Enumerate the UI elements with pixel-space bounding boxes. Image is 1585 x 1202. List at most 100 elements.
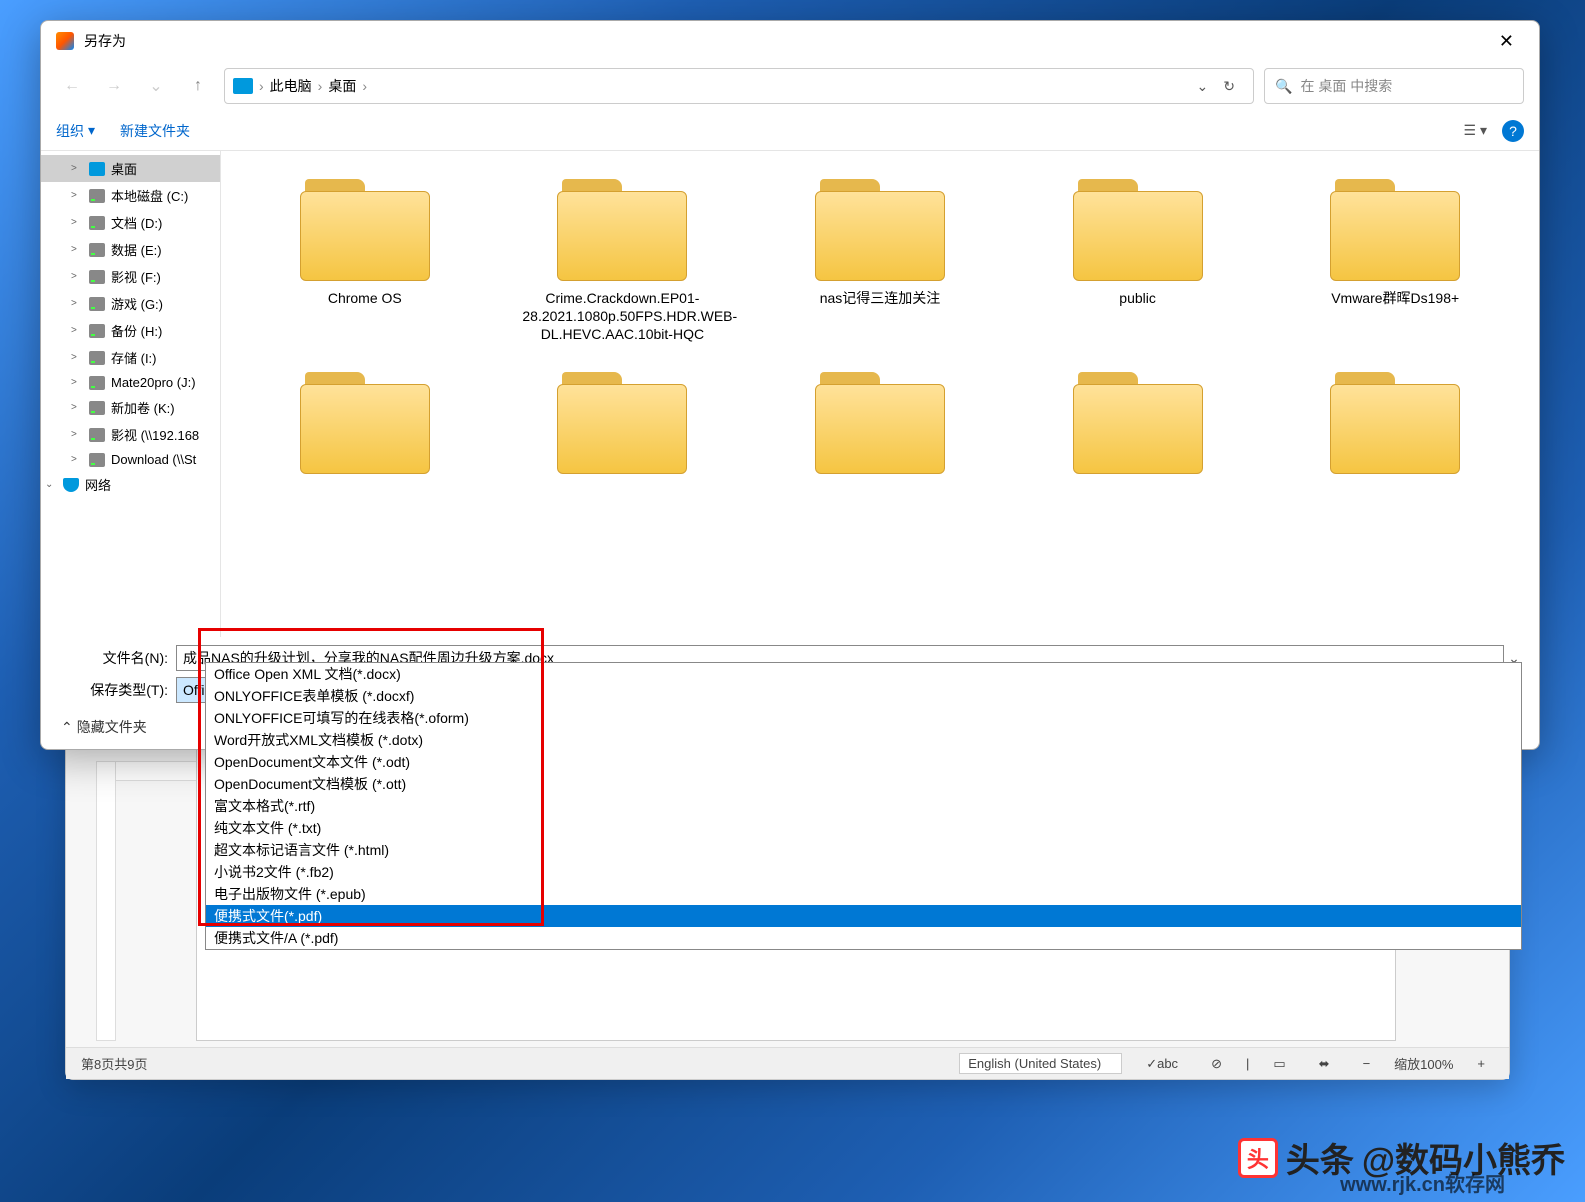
chevron-right-icon: > xyxy=(71,298,83,309)
breadcrumb[interactable]: › 此电脑 › 桌面 › ⌄ ↻ xyxy=(224,68,1254,104)
tree-label: 文档 (D:) xyxy=(111,213,162,232)
filetype-option[interactable]: 富文本格式(*.rtf) xyxy=(206,795,1521,817)
tree-item-network[interactable]: ⌄网络 xyxy=(41,471,220,498)
filetype-option[interactable]: Word开放式XML文档模板 (*.dotx) xyxy=(206,729,1521,751)
drive-icon xyxy=(89,243,105,257)
folder-icon xyxy=(810,364,950,474)
fit-page-icon[interactable]: ▭ xyxy=(1264,1052,1294,1076)
pc-icon xyxy=(233,78,253,94)
forward-button[interactable]: → xyxy=(98,70,130,102)
back-button[interactable]: ← xyxy=(56,70,88,102)
zoom-level[interactable]: 缩放100% xyxy=(1394,1054,1453,1073)
filetype-option[interactable]: 小说书2文件 (*.fb2) xyxy=(206,861,1521,883)
chevron-right-icon: > xyxy=(71,352,83,363)
watermark-url: www.rjk.cn软存网 xyxy=(1340,1168,1505,1197)
recent-chevron[interactable]: ⌄ xyxy=(140,70,172,102)
folder-icon xyxy=(1325,171,1465,281)
view-mode-button[interactable]: ☰ ▾ xyxy=(1464,122,1487,139)
drive-icon xyxy=(89,453,105,467)
chevron-right-icon: > xyxy=(71,217,83,228)
new-folder-button[interactable]: 新建文件夹 xyxy=(120,121,190,141)
folder-item[interactable] xyxy=(1014,364,1262,482)
folder-label: Crime.Crackdown.EP01-28.2021.1080p.50FPS… xyxy=(522,289,722,344)
refresh-button[interactable]: ↻ xyxy=(1223,78,1235,95)
tree-item[interactable]: > Download (\\St xyxy=(41,448,220,471)
dialog-title: 另存为 xyxy=(84,31,126,51)
folder-item[interactable]: Crime.Crackdown.EP01-28.2021.1080p.50FPS… xyxy=(499,171,747,344)
chevron-right-icon: > xyxy=(71,271,83,282)
filetype-option[interactable]: 便携式文件(*.pdf) xyxy=(206,905,1521,927)
folder-icon xyxy=(1068,364,1208,474)
tree-label: 影视 (\\192.168 xyxy=(111,425,199,444)
tree-label: 存储 (I:) xyxy=(111,348,157,367)
folder-item[interactable] xyxy=(499,364,747,482)
filetype-option[interactable]: 纯文本文件 (*.txt) xyxy=(206,817,1521,839)
chevron-right-icon: › xyxy=(259,78,264,94)
chevron-right-icon: › xyxy=(318,78,323,94)
folder-item[interactable]: nas记得三连加关注 xyxy=(756,171,1004,344)
zoom-in-button[interactable]: + xyxy=(1468,1052,1494,1075)
breadcrumb-item[interactable]: 桌面 xyxy=(328,76,356,96)
sidebar: >桌面>本地磁盘 (C:)>文档 (D:)>数据 (E:)>影视 (F:)>游戏… xyxy=(41,151,221,637)
filetype-option[interactable]: 便携式文件/A (*.pdf) xyxy=(206,927,1521,949)
folder-item[interactable] xyxy=(1271,364,1519,482)
fit-width-icon[interactable]: ⬌ xyxy=(1310,1052,1339,1076)
up-button[interactable]: ↑ xyxy=(182,70,214,102)
close-button[interactable]: ✕ xyxy=(1489,26,1524,57)
drive-icon xyxy=(89,297,105,311)
page-indicator[interactable]: 第8页共9页 xyxy=(81,1054,147,1073)
folder-icon xyxy=(1325,364,1465,474)
folder-icon xyxy=(295,364,435,474)
language-select[interactable]: English (United States) xyxy=(959,1053,1122,1074)
filetype-option[interactable]: OpenDocument文档模板 (*.ott) xyxy=(206,773,1521,795)
folder-icon xyxy=(1068,171,1208,281)
zoom-out-button[interactable]: − xyxy=(1354,1052,1380,1075)
filetype-dropdown[interactable]: Office Open XML 文档(*.docx)ONLYOFFICE表单模板… xyxy=(205,662,1522,950)
tree-label: 影视 (F:) xyxy=(111,267,161,286)
tree-item[interactable]: >备份 (H:) xyxy=(41,317,220,344)
tree-item[interactable]: >数据 (E:) xyxy=(41,236,220,263)
folder-label: Vmware群晖Ds198+ xyxy=(1331,289,1459,307)
tracking-icon[interactable]: ⊘ xyxy=(1202,1052,1231,1076)
tree-item[interactable]: >Mate20pro (J:) xyxy=(41,371,220,394)
chevron-right-icon: > xyxy=(71,163,83,174)
toolbar: 组织 ▾ 新建文件夹 ☰ ▾ ? xyxy=(41,111,1539,151)
organize-menu[interactable]: 组织 ▾ xyxy=(56,121,95,141)
search-icon: 🔍 xyxy=(1275,78,1292,95)
filename-label: 文件名(N): xyxy=(56,648,176,668)
tree-label: 桌面 xyxy=(111,159,137,178)
tree-item[interactable]: > 文档 (D:) xyxy=(41,209,220,236)
spellcheck-icon[interactable]: ✓abc xyxy=(1137,1052,1187,1076)
tree-item[interactable]: > 桌面 xyxy=(41,155,220,182)
filetype-option[interactable]: ONLYOFFICE表单模板 (*.docxf) xyxy=(206,685,1521,707)
folder-item[interactable] xyxy=(756,364,1004,482)
tree-item[interactable]: > 存储 (I:) xyxy=(41,344,220,371)
filetype-option[interactable]: ONLYOFFICE可填写的在线表格(*.oform) xyxy=(206,707,1521,729)
filetype-option[interactable]: Office Open XML 文档(*.docx) xyxy=(206,663,1521,685)
search-input[interactable]: 🔍 在 桌面 中搜索 xyxy=(1264,68,1524,104)
breadcrumb-item[interactable]: 此电脑 xyxy=(270,76,312,96)
help-button[interactable]: ? xyxy=(1502,120,1524,142)
folder-item[interactable]: Chrome OS xyxy=(241,171,489,344)
filetype-option[interactable]: OpenDocument文本文件 (*.odt) xyxy=(206,751,1521,773)
filetype-option[interactable]: 超文本标记语言文件 (*.html) xyxy=(206,839,1521,861)
drive-icon xyxy=(89,428,105,442)
tree-item[interactable]: >游戏 (G:) xyxy=(41,290,220,317)
filetype-option[interactable]: 电子出版物文件 (*.epub) xyxy=(206,883,1521,905)
tree-item[interactable]: > 影视 (F:) xyxy=(41,263,220,290)
hide-folders-toggle[interactable]: ⌃ 隐藏文件夹 xyxy=(61,717,147,737)
folder-label: Chrome OS xyxy=(328,289,402,307)
folder-label: nas记得三连加关注 xyxy=(820,289,941,307)
chevron-down-icon[interactable]: ⌄ xyxy=(1197,78,1209,95)
tree-item[interactable]: >新加卷 (K:) xyxy=(41,394,220,421)
status-bar: 第8页共9页 English (United States) ✓abc ⊘ | … xyxy=(66,1047,1509,1079)
tree-item[interactable]: >影视 (\\192.168 xyxy=(41,421,220,448)
tree-label: Mate20pro (J:) xyxy=(111,375,196,390)
folder-item[interactable] xyxy=(241,364,489,482)
tree-item[interactable]: >本地磁盘 (C:) xyxy=(41,182,220,209)
folder-item[interactable]: Vmware群晖Ds198+ xyxy=(1271,171,1519,344)
folder-item[interactable]: public xyxy=(1014,171,1262,344)
tree-label: Download (\\St xyxy=(111,452,196,467)
chevron-right-icon: > xyxy=(71,454,83,465)
chevron-right-icon: > xyxy=(71,244,83,255)
